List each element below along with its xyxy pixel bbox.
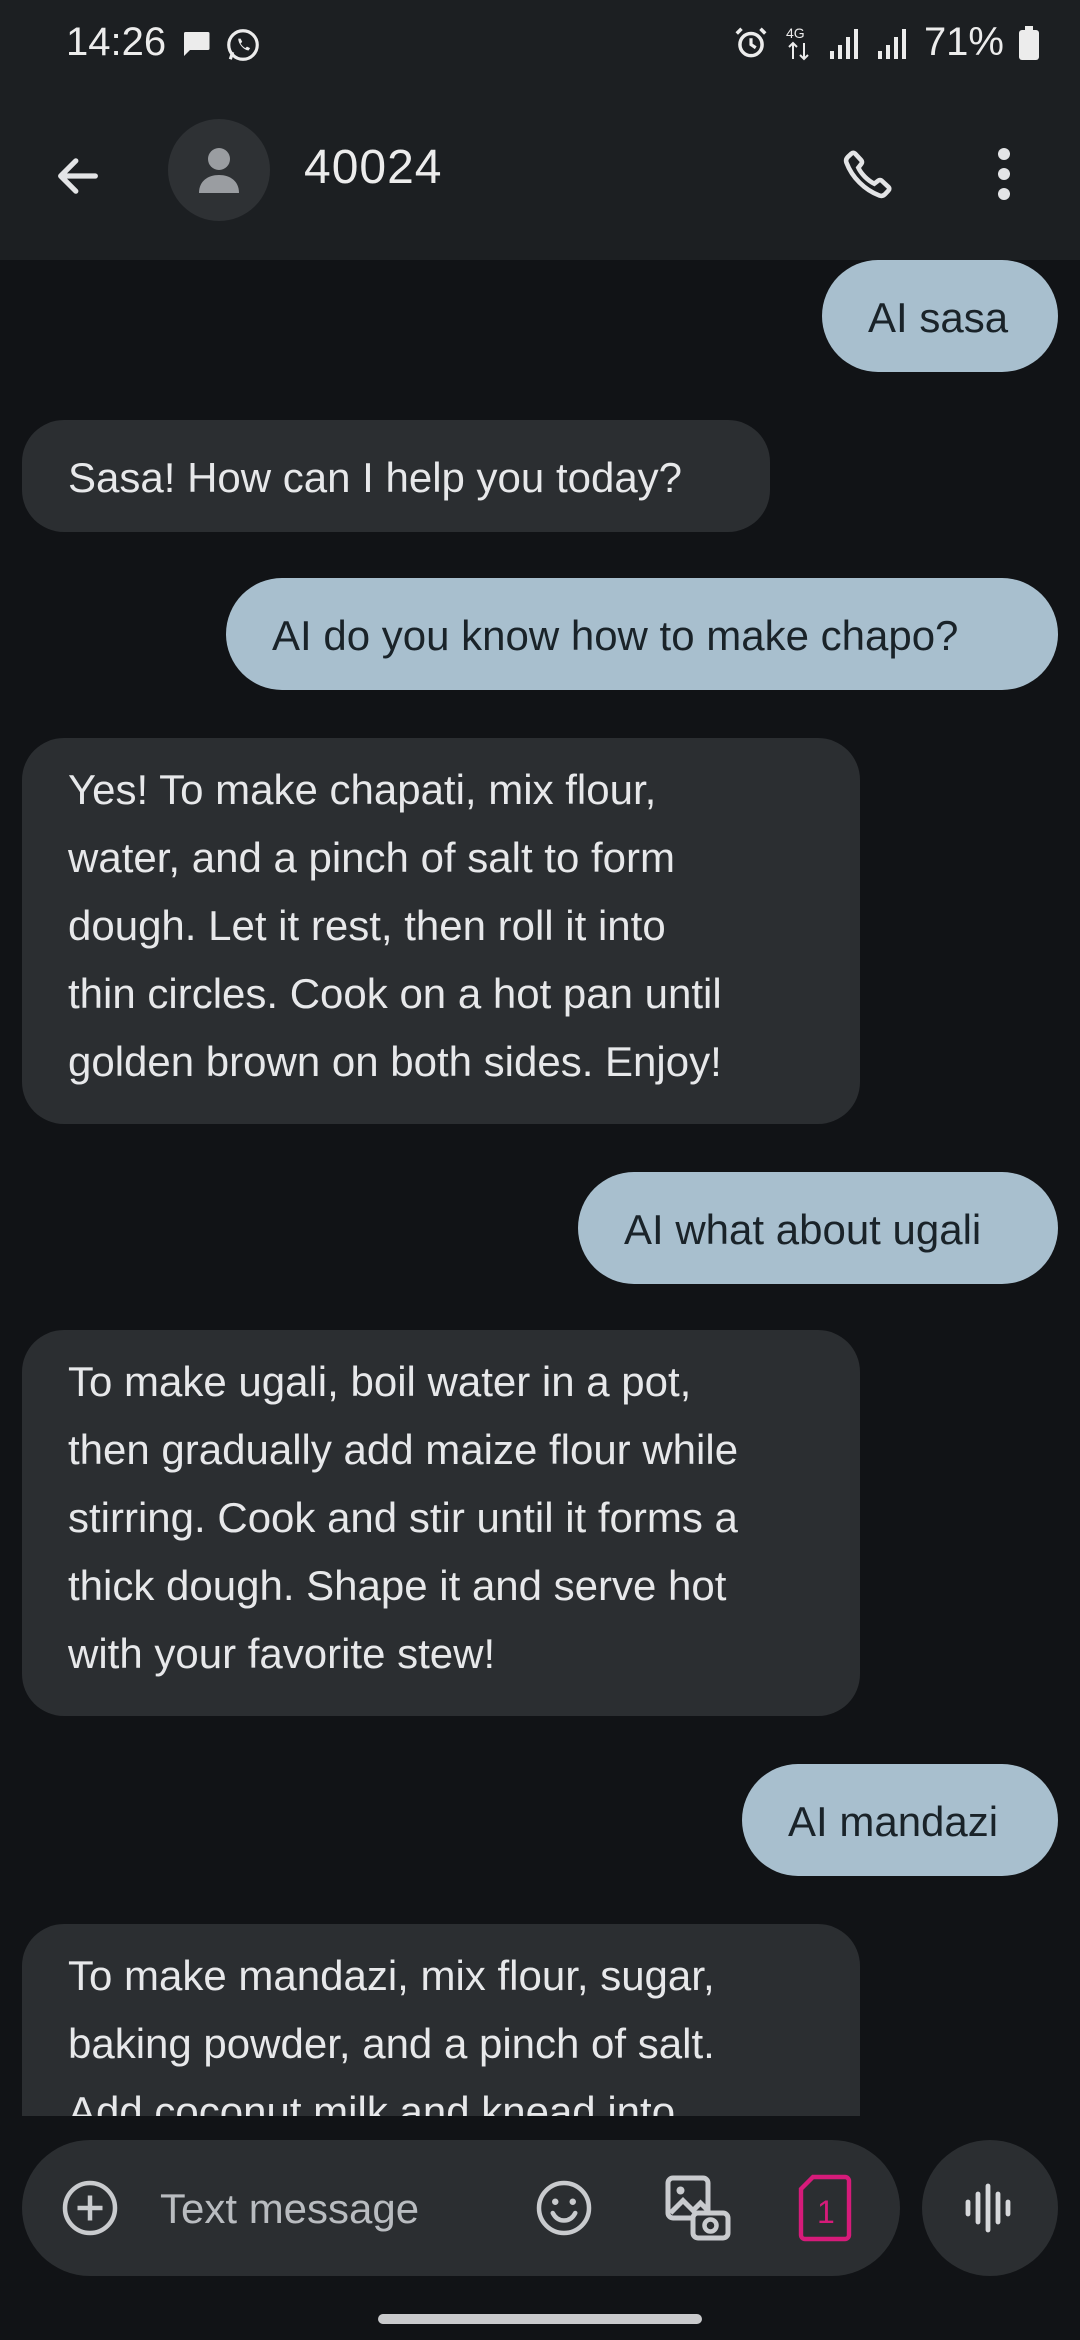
message-line: water, and a pinch of salt to form: [68, 834, 675, 881]
signal-icon: [829, 28, 858, 59]
notification-icons: [178, 26, 262, 64]
incoming-message[interactable]: To make mandazi, mix flour, sugar, bakin…: [22, 1924, 860, 2116]
emoji-icon: [536, 2180, 592, 2236]
phone-icon: [843, 150, 892, 199]
sim-card-icon: 1: [798, 2174, 852, 2242]
gesture-home-bar[interactable]: [378, 2314, 702, 2324]
message-line: with your favorite stew!: [68, 1630, 496, 1677]
more-options-button[interactable]: [966, 136, 1042, 212]
message-line: To make ugali, boil water in a pot,: [68, 1358, 692, 1405]
message-line: golden brown on both sides. Enjoy!: [68, 1038, 722, 1085]
incoming-message[interactable]: Sasa! How can I help you today?: [22, 420, 770, 532]
message-line: Yes! To make chapati, mix flour,: [68, 766, 657, 813]
sim-selector-button[interactable]: 1: [790, 2172, 860, 2244]
chat-bubble-icon: [184, 32, 210, 56]
message-text: AI sasa: [868, 294, 1009, 341]
add-attachment-button[interactable]: [58, 2176, 122, 2240]
message-text: AI what about ugali: [624, 1206, 982, 1253]
network-type-label: 4G: [786, 25, 805, 41]
message-thread[interactable]: AI sasa Sasa! How can I help you today? …: [0, 260, 1080, 2116]
outgoing-message[interactable]: AI do you know how to make chapo?: [226, 578, 1058, 690]
voice-message-button[interactable]: [922, 2140, 1058, 2276]
message-text: Sasa! How can I help you today?: [68, 454, 683, 501]
gallery-icon: [665, 2175, 731, 2241]
battery-percent: 71%: [923, 20, 1004, 64]
message-line: then gradually add maize flour while: [68, 1426, 739, 1473]
message-line: baking powder, and a pinch of salt.: [68, 2020, 715, 2067]
person-icon: [199, 148, 239, 193]
back-arrow-icon: [58, 158, 98, 194]
alarm-icon: [735, 27, 767, 57]
message-line: thick dough. Shape it and serve hot: [68, 1562, 727, 1609]
message-line: stirring. Cook and stir until it forms a: [68, 1494, 738, 1541]
status-time: 14:26: [66, 20, 167, 64]
call-button[interactable]: [830, 136, 906, 212]
add-circle-icon: [62, 2180, 118, 2236]
outgoing-message[interactable]: AI what about ugali: [578, 1172, 1058, 1284]
contact-name[interactable]: 40024: [304, 140, 442, 195]
conversation-header: 40024: [0, 90, 1080, 260]
message-line: Add coconut milk and knead into: [68, 2088, 676, 2116]
battery-icon: [1019, 25, 1039, 60]
message-line: dough. Let it rest, then roll it into: [68, 902, 666, 949]
text-message-input[interactable]: [158, 2170, 492, 2248]
message-text: AI mandazi: [788, 1798, 999, 1845]
emoji-button[interactable]: [530, 2174, 598, 2242]
message-composer: 1: [22, 2140, 900, 2276]
voice-wave-icon: [965, 2183, 1011, 2233]
sim-number: 1: [817, 2194, 835, 2230]
message-line: To make mandazi, mix flour, sugar,: [68, 1952, 715, 1999]
message-line: thin circles. Cook on a hot pan until: [68, 970, 722, 1017]
avatar[interactable]: [168, 119, 270, 221]
status-bar: 14:26 4G 71%: [0, 0, 1080, 90]
more-vert-icon: [998, 148, 1010, 200]
incoming-message[interactable]: Yes! To make chapati, mix flour, water, …: [22, 738, 860, 1124]
incoming-message[interactable]: To make ugali, boil water in a pot, then…: [22, 1330, 860, 1716]
back-button[interactable]: [40, 138, 116, 214]
4g-data-icon: 4G: [786, 25, 809, 60]
message-text: AI do you know how to make chapo?: [272, 612, 959, 659]
outgoing-message[interactable]: AI sasa: [822, 260, 1058, 372]
system-status-icons: 4G 71%: [732, 20, 1040, 65]
outgoing-message[interactable]: AI mandazi: [742, 1764, 1058, 1876]
gallery-button[interactable]: [658, 2168, 738, 2248]
messages-screen: 14:26 4G 71% 40024 AI sasa Sasa! How can…: [0, 0, 1080, 2340]
whatsapp-icon: [227, 29, 259, 61]
signal-icon: [877, 28, 906, 59]
